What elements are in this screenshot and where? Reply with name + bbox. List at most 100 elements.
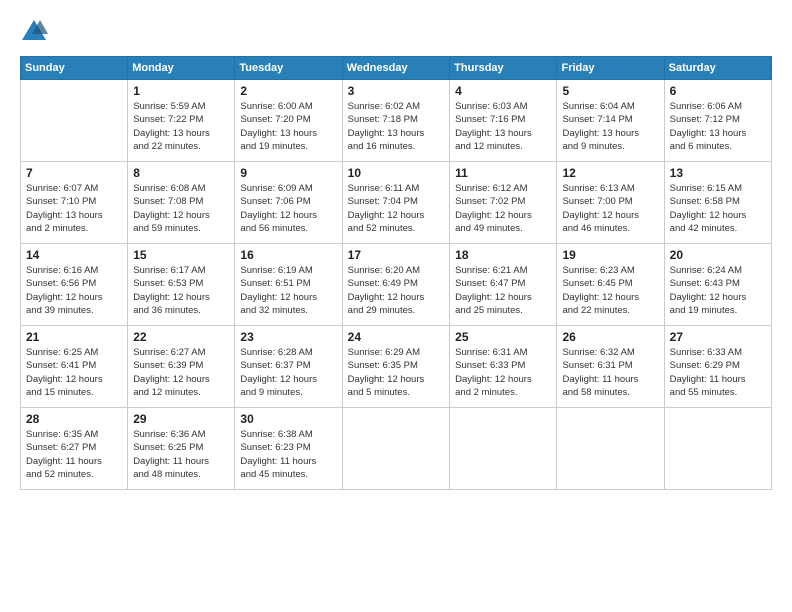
day-number: 2 xyxy=(240,84,336,98)
calendar-cell: 29 Sunrise: 6:36 AMSunset: 6:25 PMDayligh… xyxy=(128,408,235,490)
day-number: 8 xyxy=(133,166,229,180)
day-info: Sunrise: 6:07 AMSunset: 7:10 PMDaylight:… xyxy=(26,182,122,235)
day-info: Sunrise: 6:02 AMSunset: 7:18 PMDaylight:… xyxy=(348,100,444,153)
calendar-header-row: SundayMondayTuesdayWednesdayThursdayFrid… xyxy=(21,57,772,80)
calendar-cell: 13 Sunrise: 6:15 AMSunset: 6:58 PMDayligh… xyxy=(664,162,771,244)
day-number: 13 xyxy=(670,166,766,180)
day-info: Sunrise: 6:33 AMSunset: 6:29 PMDaylight:… xyxy=(670,346,766,399)
day-number: 26 xyxy=(562,330,658,344)
calendar-cell: 19 Sunrise: 6:23 AMSunset: 6:45 PMDayligh… xyxy=(557,244,664,326)
day-info: Sunrise: 6:15 AMSunset: 6:58 PMDaylight:… xyxy=(670,182,766,235)
day-number: 19 xyxy=(562,248,658,262)
calendar-cell: 7 Sunrise: 6:07 AMSunset: 7:10 PMDaylight… xyxy=(21,162,128,244)
day-info: Sunrise: 6:32 AMSunset: 6:31 PMDaylight:… xyxy=(562,346,658,399)
day-info: Sunrise: 6:36 AMSunset: 6:25 PMDaylight:… xyxy=(133,428,229,481)
calendar-cell: 28 Sunrise: 6:35 AMSunset: 6:27 PMDayligh… xyxy=(21,408,128,490)
calendar-cell: 17Sunrise: 6:20 AMSunset: 6:49 PMDayligh… xyxy=(342,244,449,326)
calendar-cell: 5 Sunrise: 6:04 AMSunset: 7:14 PMDaylight… xyxy=(557,80,664,162)
day-number: 29 xyxy=(133,412,229,426)
calendar-cell: 12 Sunrise: 6:13 AMSunset: 7:00 PMDayligh… xyxy=(557,162,664,244)
calendar-cell: 3 Sunrise: 6:02 AMSunset: 7:18 PMDaylight… xyxy=(342,80,449,162)
calendar-cell: 15 Sunrise: 6:17 AMSunset: 6:53 PMDayligh… xyxy=(128,244,235,326)
day-info: Sunrise: 5:59 AMSunset: 7:22 PMDaylight:… xyxy=(133,100,229,153)
day-info: Sunrise: 6:27 AMSunset: 6:39 PMDaylight:… xyxy=(133,346,229,399)
day-number: 3 xyxy=(348,84,444,98)
day-info: Sunrise: 6:11 AMSunset: 7:04 PMDaylight:… xyxy=(348,182,444,235)
day-info: Sunrise: 6:00 AMSunset: 7:20 PMDaylight:… xyxy=(240,100,336,153)
calendar-cell: 9 Sunrise: 6:09 AMSunset: 7:06 PMDaylight… xyxy=(235,162,342,244)
page-header xyxy=(20,18,772,46)
header-saturday: Saturday xyxy=(664,57,771,80)
day-number: 1 xyxy=(133,84,229,98)
header-thursday: Thursday xyxy=(450,57,557,80)
day-number: 5 xyxy=(562,84,658,98)
logo xyxy=(20,18,52,46)
day-info: Sunrise: 6:13 AMSunset: 7:00 PMDaylight:… xyxy=(562,182,658,235)
logo-icon xyxy=(20,18,48,46)
day-number: 21 xyxy=(26,330,122,344)
day-info: Sunrise: 6:09 AMSunset: 7:06 PMDaylight:… xyxy=(240,182,336,235)
day-number: 28 xyxy=(26,412,122,426)
header-sunday: Sunday xyxy=(21,57,128,80)
calendar-cell: 10 Sunrise: 6:11 AMSunset: 7:04 PMDayligh… xyxy=(342,162,449,244)
header-monday: Monday xyxy=(128,57,235,80)
calendar-cell: 24 Sunrise: 6:29 AMSunset: 6:35 PMDayligh… xyxy=(342,326,449,408)
day-number: 12 xyxy=(562,166,658,180)
calendar-cell: 14 Sunrise: 6:16 AMSunset: 6:56 PMDayligh… xyxy=(21,244,128,326)
calendar-cell xyxy=(557,408,664,490)
day-info: Sunrise: 6:03 AMSunset: 7:16 PMDaylight:… xyxy=(455,100,551,153)
day-number: 24 xyxy=(348,330,444,344)
calendar-cell xyxy=(342,408,449,490)
day-info: Sunrise: 6:28 AMSunset: 6:37 PMDaylight:… xyxy=(240,346,336,399)
day-number: 23 xyxy=(240,330,336,344)
calendar-cell: 21 Sunrise: 6:25 AMSunset: 6:41 PMDayligh… xyxy=(21,326,128,408)
day-number: 15 xyxy=(133,248,229,262)
calendar-cell xyxy=(450,408,557,490)
day-number: 25 xyxy=(455,330,551,344)
day-number: 10 xyxy=(348,166,444,180)
calendar-cell: 27 Sunrise: 6:33 AMSunset: 6:29 PMDayligh… xyxy=(664,326,771,408)
day-info: Sunrise: 6:04 AMSunset: 7:14 PMDaylight:… xyxy=(562,100,658,153)
day-info: Sunrise: 6:19 AMSunset: 6:51 PMDaylight:… xyxy=(240,264,336,317)
calendar-cell: 22 Sunrise: 6:27 AMSunset: 6:39 PMDayligh… xyxy=(128,326,235,408)
day-info: Sunrise: 6:16 AMSunset: 6:56 PMDaylight:… xyxy=(26,264,122,317)
calendar-cell xyxy=(21,80,128,162)
day-number: 22 xyxy=(133,330,229,344)
calendar-cell: 30Sunrise: 6:38 AMSunset: 6:23 PMDayligh… xyxy=(235,408,342,490)
calendar-cell: 18 Sunrise: 6:21 AMSunset: 6:47 PMDayligh… xyxy=(450,244,557,326)
day-info: Sunrise: 6:21 AMSunset: 6:47 PMDaylight:… xyxy=(455,264,551,317)
calendar-cell: 4 Sunrise: 6:03 AMSunset: 7:16 PMDaylight… xyxy=(450,80,557,162)
calendar-table: SundayMondayTuesdayWednesdayThursdayFrid… xyxy=(20,56,772,490)
day-info: Sunrise: 6:23 AMSunset: 6:45 PMDaylight:… xyxy=(562,264,658,317)
day-info: Sunrise: 6:35 AMSunset: 6:27 PMDaylight:… xyxy=(26,428,122,481)
day-info: Sunrise: 6:08 AMSunset: 7:08 PMDaylight:… xyxy=(133,182,229,235)
header-wednesday: Wednesday xyxy=(342,57,449,80)
day-info: Sunrise: 6:24 AMSunset: 6:43 PMDaylight:… xyxy=(670,264,766,317)
calendar-cell: 6 Sunrise: 6:06 AMSunset: 7:12 PMDaylight… xyxy=(664,80,771,162)
day-number: 17 xyxy=(348,248,444,262)
calendar-cell: 11 Sunrise: 6:12 AMSunset: 7:02 PMDayligh… xyxy=(450,162,557,244)
day-info: Sunrise: 6:29 AMSunset: 6:35 PMDaylight:… xyxy=(348,346,444,399)
day-info: Sunrise: 6:31 AMSunset: 6:33 PMDaylight:… xyxy=(455,346,551,399)
day-info: Sunrise: 6:25 AMSunset: 6:41 PMDaylight:… xyxy=(26,346,122,399)
calendar-cell: 1 Sunrise: 5:59 AMSunset: 7:22 PMDaylight… xyxy=(128,80,235,162)
day-number: 6 xyxy=(670,84,766,98)
day-number: 27 xyxy=(670,330,766,344)
calendar-cell: 20 Sunrise: 6:24 AMSunset: 6:43 PMDayligh… xyxy=(664,244,771,326)
calendar-cell xyxy=(664,408,771,490)
calendar-cell: 23 Sunrise: 6:28 AMSunset: 6:37 PMDayligh… xyxy=(235,326,342,408)
day-number: 9 xyxy=(240,166,336,180)
day-number: 18 xyxy=(455,248,551,262)
day-info: Sunrise: 6:17 AMSunset: 6:53 PMDaylight:… xyxy=(133,264,229,317)
day-info: Sunrise: 6:06 AMSunset: 7:12 PMDaylight:… xyxy=(670,100,766,153)
calendar-cell: 2 Sunrise: 6:00 AMSunset: 7:20 PMDaylight… xyxy=(235,80,342,162)
day-number: 7 xyxy=(26,166,122,180)
day-number: 11 xyxy=(455,166,551,180)
calendar-cell: 16Sunrise: 6:19 AMSunset: 6:51 PMDayligh… xyxy=(235,244,342,326)
calendar-cell: 8 Sunrise: 6:08 AMSunset: 7:08 PMDaylight… xyxy=(128,162,235,244)
day-number: 4 xyxy=(455,84,551,98)
day-number: 20 xyxy=(670,248,766,262)
day-number: 14 xyxy=(26,248,122,262)
day-info: Sunrise: 6:12 AMSunset: 7:02 PMDaylight:… xyxy=(455,182,551,235)
day-number: 30 xyxy=(240,412,336,426)
